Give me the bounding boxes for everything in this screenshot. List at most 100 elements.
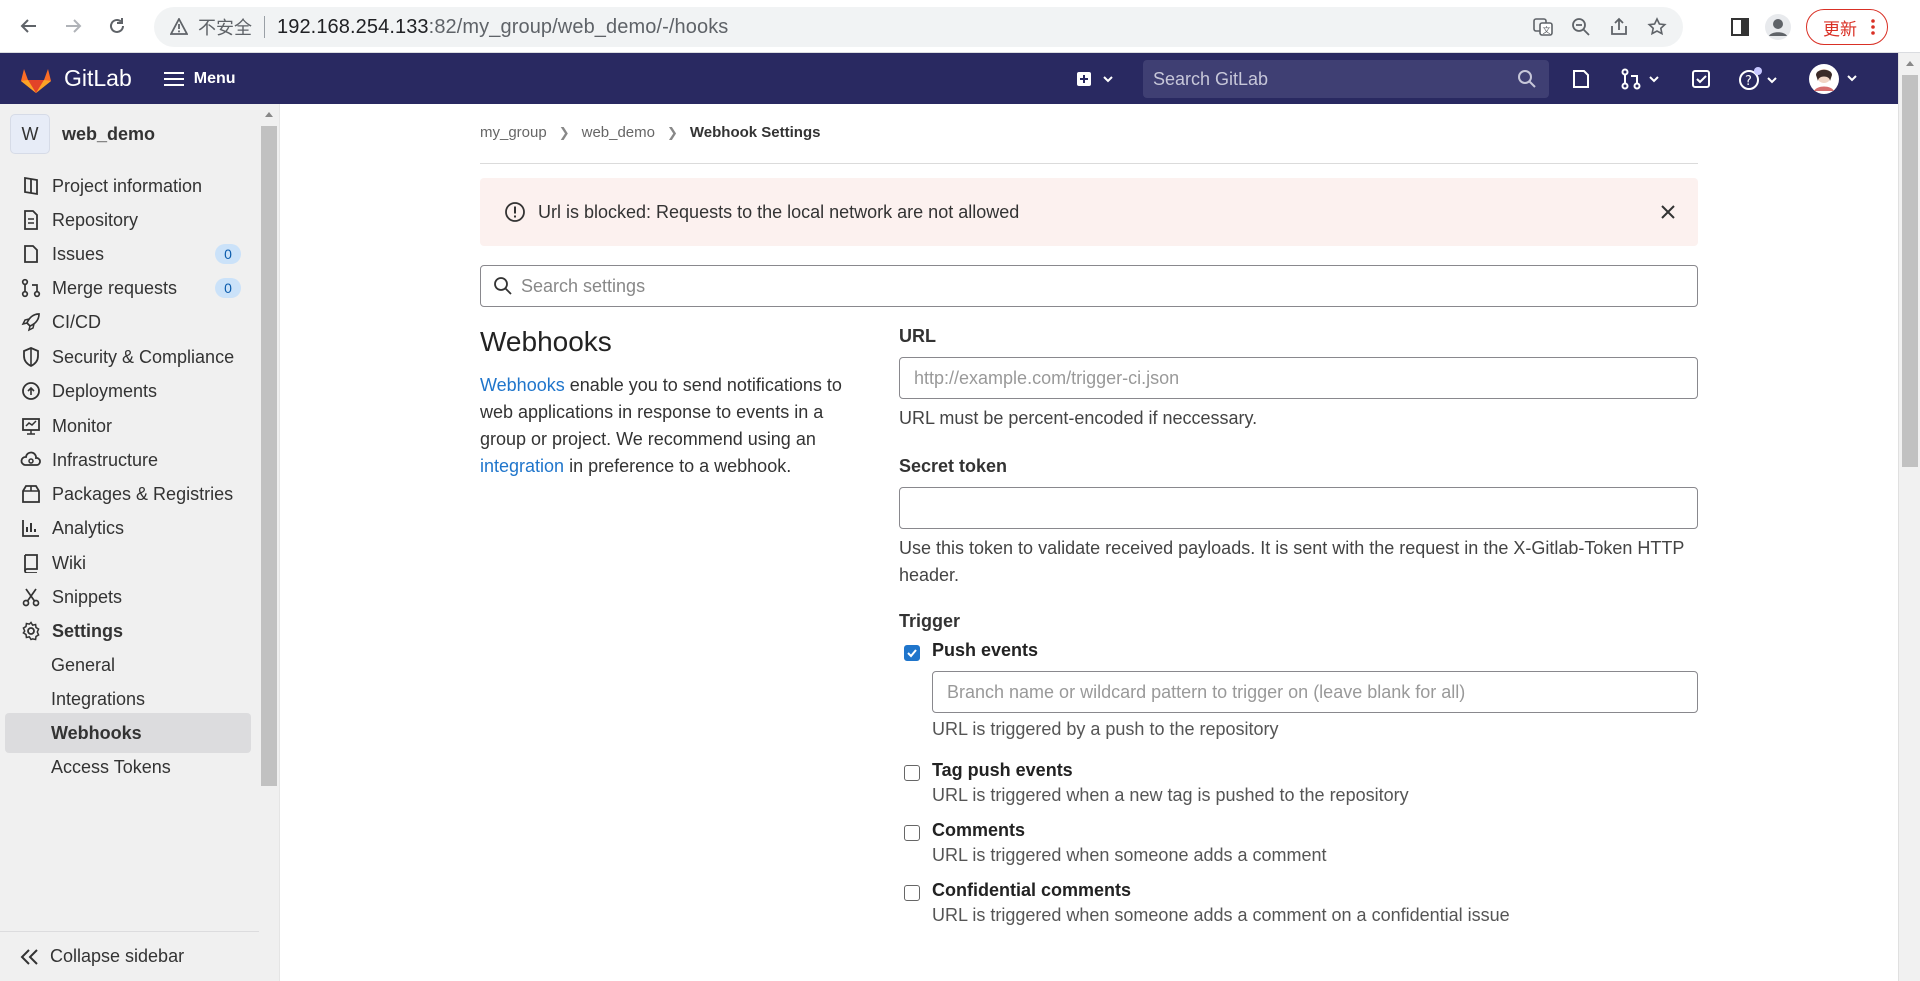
collapse-sidebar-button[interactable]: Collapse sidebar — [0, 931, 260, 981]
update-label: 更新 — [1823, 19, 1857, 39]
new-dropdown[interactable] — [1075, 53, 1115, 104]
secret-token-input[interactable] — [899, 487, 1698, 529]
plus-square-icon — [1077, 71, 1113, 86]
webhooks-title: Webhooks — [480, 326, 612, 357]
sidebar-subitem-access-tokens[interactable]: Access Tokens — [5, 747, 251, 787]
double-chevron-left-icon — [20, 948, 38, 965]
bookmark-star-icon[interactable] — [1647, 17, 1667, 37]
forward-arrow-icon — [66, 19, 82, 33]
rocket-icon — [20, 311, 42, 333]
sidebar-item-label: Security & Compliance — [52, 346, 235, 367]
close-icon[interactable] — [1656, 200, 1680, 224]
webhooks-desc-text-2: in preference to a webhook. — [564, 456, 792, 476]
menu-button[interactable]: Menu — [163, 69, 236, 88]
help-header-button[interactable]: ? — [1738, 53, 1782, 104]
sidebar-item-label: Merge requests — [52, 277, 178, 298]
branch-filter-input[interactable]: Branch name or wildcard pattern to trigg… — [932, 671, 1698, 713]
sidebar-project-link[interactable]: W web_demo — [10, 114, 155, 154]
project-name: web_demo — [62, 123, 156, 144]
reload-button[interactable] — [102, 11, 132, 41]
gitlab-brand: GitLab — [64, 65, 132, 91]
project-sidebar: W web_demo Project information Repositor… — [0, 104, 280, 981]
menu-label: Menu — [193, 69, 236, 87]
merge-request-icon — [1621, 68, 1659, 89]
url-label: URL — [899, 326, 936, 346]
sidebar-item-label: CI/CD — [52, 311, 101, 332]
sidebar-item-label: Issues — [52, 243, 105, 264]
url-path: :82/my_group/web_demo/-/hooks — [428, 15, 729, 38]
gear-icon — [20, 620, 42, 642]
back-arrow-icon — [20, 19, 36, 33]
merge-requests-count-badge: 0 — [215, 278, 241, 298]
zoom-out-icon[interactable] — [1571, 17, 1591, 37]
comments-checkbox[interactable] — [904, 825, 920, 841]
insecure-label[interactable]: 不安全 — [198, 14, 252, 40]
user-menu-button[interactable] — [1808, 53, 1862, 104]
sidebar-item-deployments[interactable]: Deployments — [5, 371, 251, 411]
url-input[interactable]: http://example.com/trigger-ci.json — [899, 357, 1698, 399]
collapse-sidebar-label: Collapse sidebar — [50, 946, 185, 966]
page-scrollbar[interactable] — [1898, 53, 1920, 981]
breadcrumb: my_group ❯ web_demo ❯ Webhook Settings — [480, 124, 820, 141]
webhook-form: URL http://example.com/trigger-ci.json U… — [899, 326, 1698, 926]
settings-search-placeholder: Search settings — [521, 275, 646, 296]
back-button[interactable] — [14, 11, 44, 41]
forward-button[interactable] — [58, 11, 88, 41]
secret-token-label: Secret token — [899, 456, 1008, 476]
merge-request-icon — [20, 277, 42, 299]
merge-requests-header-button[interactable] — [1620, 53, 1664, 104]
deployments-icon — [20, 380, 42, 402]
scroll-up-arrow-icon[interactable] — [1900, 57, 1920, 69]
sidebar-item-analytics[interactable]: Analytics — [5, 508, 251, 548]
sidebar-item-label: Packages & Registries — [52, 483, 234, 504]
gitlab-search-input[interactable]: Search GitLab — [1143, 60, 1549, 98]
search-icon — [1518, 70, 1536, 88]
search-icon — [494, 277, 512, 295]
sidebar-item-label: Wiki — [52, 552, 86, 573]
comments-title: Comments — [932, 820, 1026, 840]
warning-triangle-icon — [170, 18, 188, 36]
webhooks-docs-link[interactable]: Webhooks — [480, 375, 565, 395]
gitlab-home-link[interactable]: GitLab — [20, 64, 132, 94]
settings-search-input[interactable]: Search settings — [480, 265, 1698, 307]
issues-icon — [20, 243, 42, 265]
translate-icon[interactable]: 文 — [1533, 17, 1553, 37]
tag-push-events-title: Tag push events — [932, 760, 1073, 780]
sidebar-scrollbar[interactable] — [259, 104, 279, 981]
breadcrumb-project-link[interactable]: web_demo — [582, 124, 655, 141]
address-bar[interactable]: 不安全 192.168.254.133:82/my_group/web_demo… — [154, 7, 1683, 47]
tag-push-events-checkbox[interactable] — [904, 765, 920, 781]
webhooks-description: Webhooks enable you to send notification… — [480, 372, 860, 480]
sidebar-scroll-thumb[interactable] — [261, 126, 277, 786]
gitlab-search-placeholder: Search GitLab — [1153, 68, 1269, 89]
trigger-confidential-comments: Confidential comments URL is triggered w… — [899, 880, 1698, 926]
sidebar-item-ci-cd[interactable]: CI/CD — [5, 302, 251, 342]
branch-filter-placeholder: Branch name or wildcard pattern to trigg… — [947, 681, 1466, 702]
gitlab-tanuki-icon — [21, 68, 51, 93]
breadcrumb-group-link[interactable]: my_group — [480, 124, 547, 141]
push-events-checkbox[interactable] — [904, 645, 920, 661]
share-icon[interactable] — [1609, 17, 1629, 37]
main-content: my_group ❯ web_demo ❯ Webhook Settings U… — [280, 104, 1898, 981]
profile-avatar-icon[interactable] — [1764, 13, 1792, 41]
chevron-right-icon: ❯ — [558, 124, 570, 140]
breadcrumb-current[interactable]: Webhook Settings — [690, 124, 821, 141]
scroll-up-arrow-icon[interactable] — [259, 108, 279, 120]
hamburger-icon — [163, 71, 184, 86]
update-button[interactable]: 更新 — [1806, 9, 1888, 45]
confidential-comments-checkbox[interactable] — [904, 885, 920, 901]
issues-header-button[interactable] — [1570, 53, 1592, 104]
integration-link[interactable]: integration — [480, 456, 564, 476]
project-avatar: W — [10, 114, 50, 154]
page-scroll-thumb[interactable] — [1902, 75, 1918, 467]
confidential-comments-title: Confidential comments — [932, 880, 1132, 900]
webhooks-intro: Webhooks Webhooks enable you to send not… — [480, 326, 860, 480]
url-host: 192.168.254.133 — [277, 15, 429, 38]
todo-check-icon — [1692, 69, 1710, 88]
todos-header-button[interactable] — [1690, 53, 1712, 104]
url-text[interactable]: 192.168.254.133:82/my_group/web_demo/-/h… — [277, 16, 728, 39]
side-panel-icon[interactable] — [1730, 17, 1750, 37]
url-placeholder: http://example.com/trigger-ci.json — [914, 367, 1180, 388]
trigger-tag-push-events: Tag push events URL is triggered when a … — [899, 760, 1698, 806]
error-circle-icon — [505, 202, 525, 222]
